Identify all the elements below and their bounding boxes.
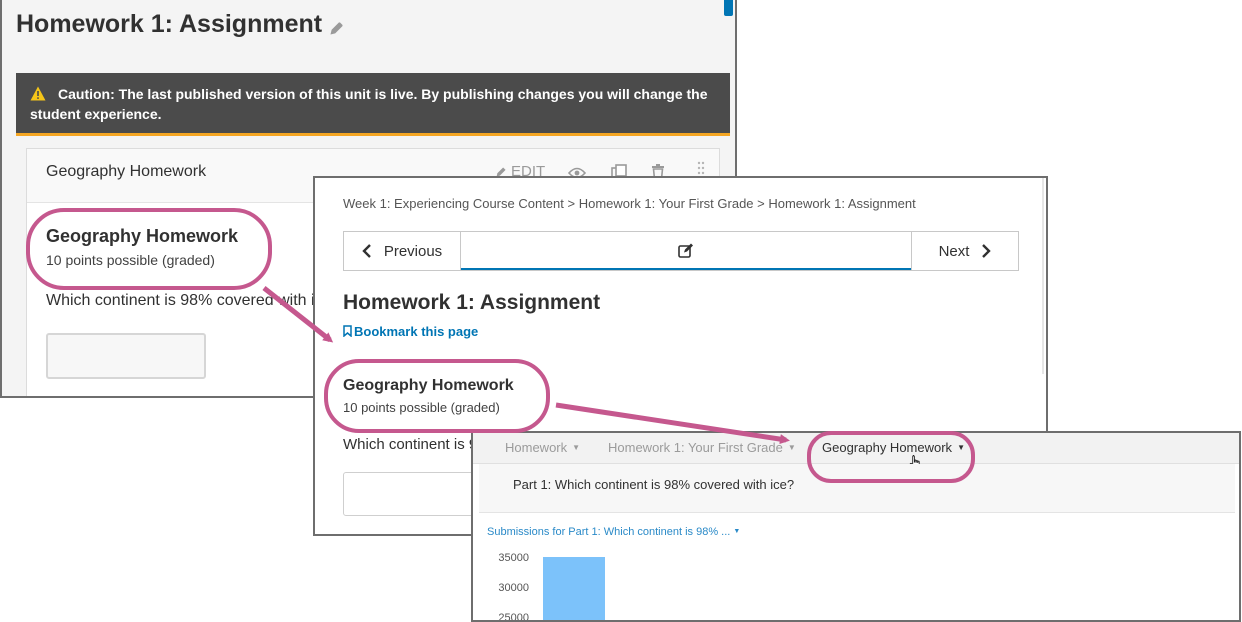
previous-label: Previous <box>383 242 443 260</box>
chevron-right-icon <box>982 244 992 258</box>
pencil-icon[interactable] <box>329 20 347 38</box>
question-text: Part 1: Which continent is 98% covered w… <box>513 477 795 492</box>
problem-question: Which continent is 98% covered with ice? <box>46 292 341 309</box>
submissions-chart: 35000 30000 25000 <box>498 552 605 622</box>
submissions-dropdown[interactable]: Submissions for Part 1: Which continent … <box>487 526 740 538</box>
bookmark-link[interactable]: Bookmark this page <box>343 324 478 339</box>
unit-title: Homework 1: Assignment <box>343 291 601 314</box>
answer-input[interactable] <box>46 333 206 379</box>
next-button[interactable]: Next <box>911 232 1018 270</box>
insights-breadcrumb-nav: Homework ▼ Homework 1: Your First Grade ▼ … <box>473 433 1239 464</box>
problem-points: 10 points possible (graded) <box>46 252 215 268</box>
previous-button[interactable]: Previous <box>344 232 461 270</box>
problem-points: 10 points possible (graded) <box>343 400 500 415</box>
nav-label: Homework <box>505 440 568 455</box>
chart-bar[interactable] <box>543 557 605 622</box>
sequence-nav: Previous Next <box>343 231 1019 271</box>
studio-accent-tab <box>724 0 733 16</box>
caution-banner: Caution: The last published version of t… <box>16 73 730 136</box>
problem-title: Geography Homework <box>343 377 514 394</box>
bookmark-icon <box>343 325 352 338</box>
nav-label: Geography Homework <box>822 440 953 455</box>
breadcrumb: Week 1: Experiencing Course Content > Ho… <box>343 196 916 211</box>
warning-icon <box>30 86 46 101</box>
problem-title: Geography Homework <box>46 226 239 246</box>
caret-down-icon: ▼ <box>957 443 965 452</box>
nav-item-homework[interactable]: Homework ▼ <box>505 440 580 455</box>
caret-down-icon: ▼ <box>787 443 796 452</box>
insights-page: Homework ▼ Homework 1: Your First Grade ▼ … <box>471 431 1241 622</box>
studio-unit-title: Homework 1: Assignment <box>16 10 323 38</box>
y-tick-label: 25000 <box>498 612 529 622</box>
caret-down-icon: ▼ <box>733 528 741 535</box>
y-tick-label: 30000 <box>498 582 529 594</box>
next-label: Next <box>938 242 970 260</box>
question-header: Part 1: Which continent is 98% covered w… <box>479 464 1235 513</box>
nav-item-problem[interactable]: Geography Homework ▼ <box>822 440 965 455</box>
scrollbar[interactable] <box>1042 178 1044 374</box>
sequence-tab-problem[interactable] <box>461 232 911 270</box>
component-title: Geography Homework <box>46 163 207 180</box>
nav-label: Homework 1: Your First Grade <box>608 440 783 455</box>
y-tick-label: 35000 <box>498 552 529 564</box>
caret-down-icon: ▼ <box>572 443 581 452</box>
nav-item-subsection[interactable]: Homework 1: Your First Grade ▼ <box>608 440 796 455</box>
edit-square-icon <box>678 243 693 258</box>
submissions-label: Submissions for Part 1: Which continent … <box>487 526 731 538</box>
bookmark-label: Bookmark this page <box>354 324 479 339</box>
caution-message: Caution: The last published version of t… <box>30 86 708 122</box>
chevron-left-icon <box>362 244 371 258</box>
